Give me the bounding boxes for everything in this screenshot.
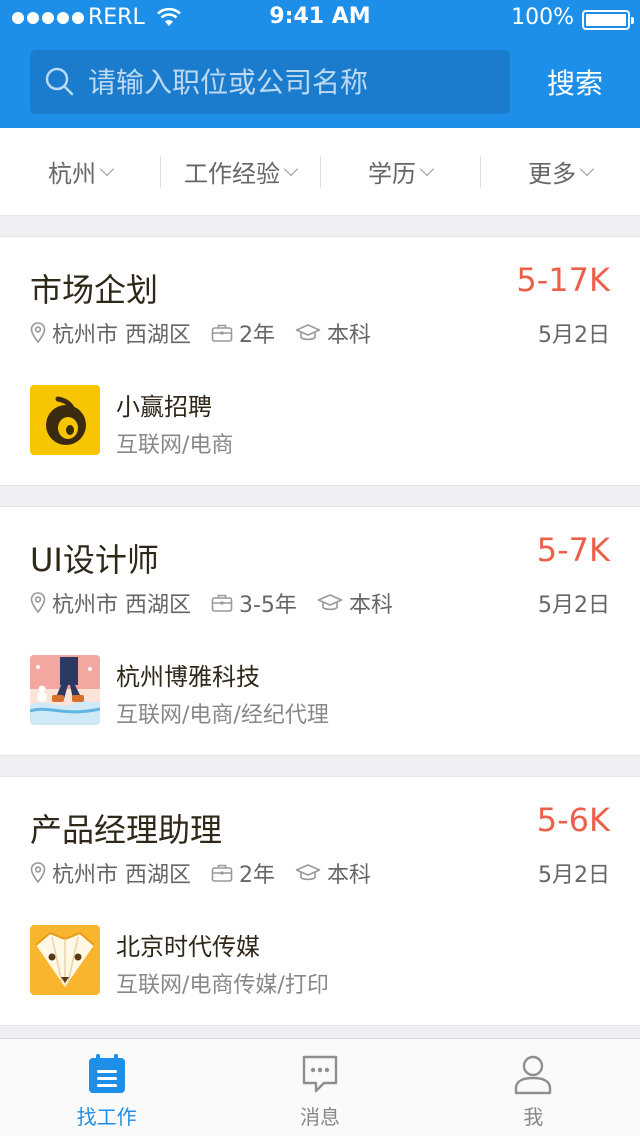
- job-card[interactable]: UI设计师 5-7K 杭州市 西湖区 3-5年 本科 5月2日 杭州博雅科技 互…: [0, 506, 640, 756]
- graduation-cap-icon: [317, 594, 343, 611]
- tab-find-job[interactable]: 找工作: [0, 1039, 213, 1136]
- search-box[interactable]: [30, 50, 510, 114]
- job-meta: 杭州市 西湖区 2年 本科: [30, 857, 391, 889]
- graduation-cap-icon: [295, 864, 321, 881]
- job-date: 5月2日: [538, 863, 610, 888]
- job-location: 杭州市 西湖区: [52, 593, 191, 618]
- chevron-down-icon: [419, 161, 435, 176]
- chevron-down-icon: [99, 161, 115, 176]
- header: RERL 9:41 AM 100% 搜索: [0, 0, 640, 128]
- status-bar: RERL 9:41 AM 100%: [0, 0, 640, 38]
- search-button[interactable]: 搜索: [530, 50, 620, 114]
- filter-city[interactable]: 杭州: [0, 128, 160, 216]
- location-icon: [30, 592, 46, 614]
- tab-messages[interactable]: 消息: [213, 1039, 426, 1136]
- battery-icon: [582, 10, 634, 30]
- job-salary: 5-7K: [536, 531, 610, 569]
- graduation-cap-icon: [295, 324, 321, 341]
- xiaoying-logo: [30, 385, 100, 455]
- company-name: 北京时代传媒: [116, 933, 260, 961]
- briefcase-icon: [211, 324, 233, 342]
- filter-bar: 杭州 工作经验 学历 更多: [0, 128, 640, 216]
- job-card[interactable]: 市场企划 5-17K 杭州市 西湖区 2年 本科 5月2日 小赢招聘 互联网/电…: [0, 236, 640, 486]
- filter-label: 学历: [368, 160, 416, 188]
- job-education: 本科: [327, 323, 372, 348]
- battery-percent: 100%: [511, 5, 574, 30]
- search-icon: [44, 66, 76, 102]
- chat-icon: [302, 1055, 338, 1093]
- job-experience: 2年: [239, 323, 275, 348]
- tab-label: 找工作: [76, 1105, 137, 1129]
- company-industry: 互联网/电商传媒/打印: [116, 973, 329, 998]
- briefcase-icon: [211, 594, 233, 612]
- job-location: 杭州市 西湖区: [52, 863, 191, 888]
- job-title: 产品经理助理: [30, 811, 223, 849]
- tab-bar: 找工作 消息 我: [0, 1038, 640, 1136]
- chevron-down-icon: [283, 161, 299, 176]
- job-title: 市场企划: [30, 271, 159, 309]
- job-education: 本科: [327, 863, 372, 888]
- job-location: 杭州市 西湖区: [52, 323, 191, 348]
- tab-label: 消息: [299, 1105, 340, 1129]
- pencil-fox-logo: [30, 925, 100, 995]
- filter-more[interactable]: 更多: [480, 128, 640, 216]
- tab-me[interactable]: 我: [427, 1039, 640, 1136]
- chevron-down-icon: [579, 161, 595, 176]
- search-input[interactable]: [88, 62, 488, 102]
- company-name: 杭州博雅科技: [116, 663, 260, 691]
- job-meta: 杭州市 西湖区 2年 本科: [30, 317, 391, 349]
- company-industry: 互联网/电商/经纪代理: [116, 703, 329, 728]
- job-experience: 3-5年: [239, 593, 297, 618]
- job-meta: 杭州市 西湖区 3-5年 本科: [30, 587, 413, 619]
- location-icon: [30, 322, 46, 344]
- winter-illustration-logo: [30, 655, 100, 725]
- location-icon: [30, 862, 46, 884]
- company-industry: 互联网/电商: [116, 433, 234, 458]
- job-education: 本科: [348, 593, 393, 618]
- job-date: 5月2日: [538, 323, 610, 348]
- calendar-icon: [88, 1054, 125, 1093]
- job-date: 5月2日: [538, 593, 610, 618]
- filter-label: 杭州: [48, 160, 96, 188]
- job-experience: 2年: [239, 863, 275, 888]
- job-salary: 5-17K: [516, 261, 610, 299]
- filter-label: 工作经验: [184, 160, 280, 188]
- company-name: 小赢招聘: [116, 393, 212, 421]
- job-list: 市场企划 5-17K 杭州市 西湖区 2年 本科 5月2日 小赢招聘 互联网/电…: [0, 236, 640, 1046]
- tab-label: 我: [523, 1105, 544, 1129]
- filter-label: 更多: [528, 160, 576, 188]
- filter-education[interactable]: 学历: [320, 128, 480, 216]
- briefcase-icon: [211, 864, 233, 882]
- job-salary: 5-6K: [536, 801, 610, 839]
- job-title: UI设计师: [30, 541, 159, 579]
- user-icon: [515, 1055, 552, 1095]
- job-card[interactable]: 产品经理助理 5-6K 杭州市 西湖区 2年 本科 5月2日 北京时代传媒 互联…: [0, 776, 640, 1026]
- filter-experience[interactable]: 工作经验: [160, 128, 320, 216]
